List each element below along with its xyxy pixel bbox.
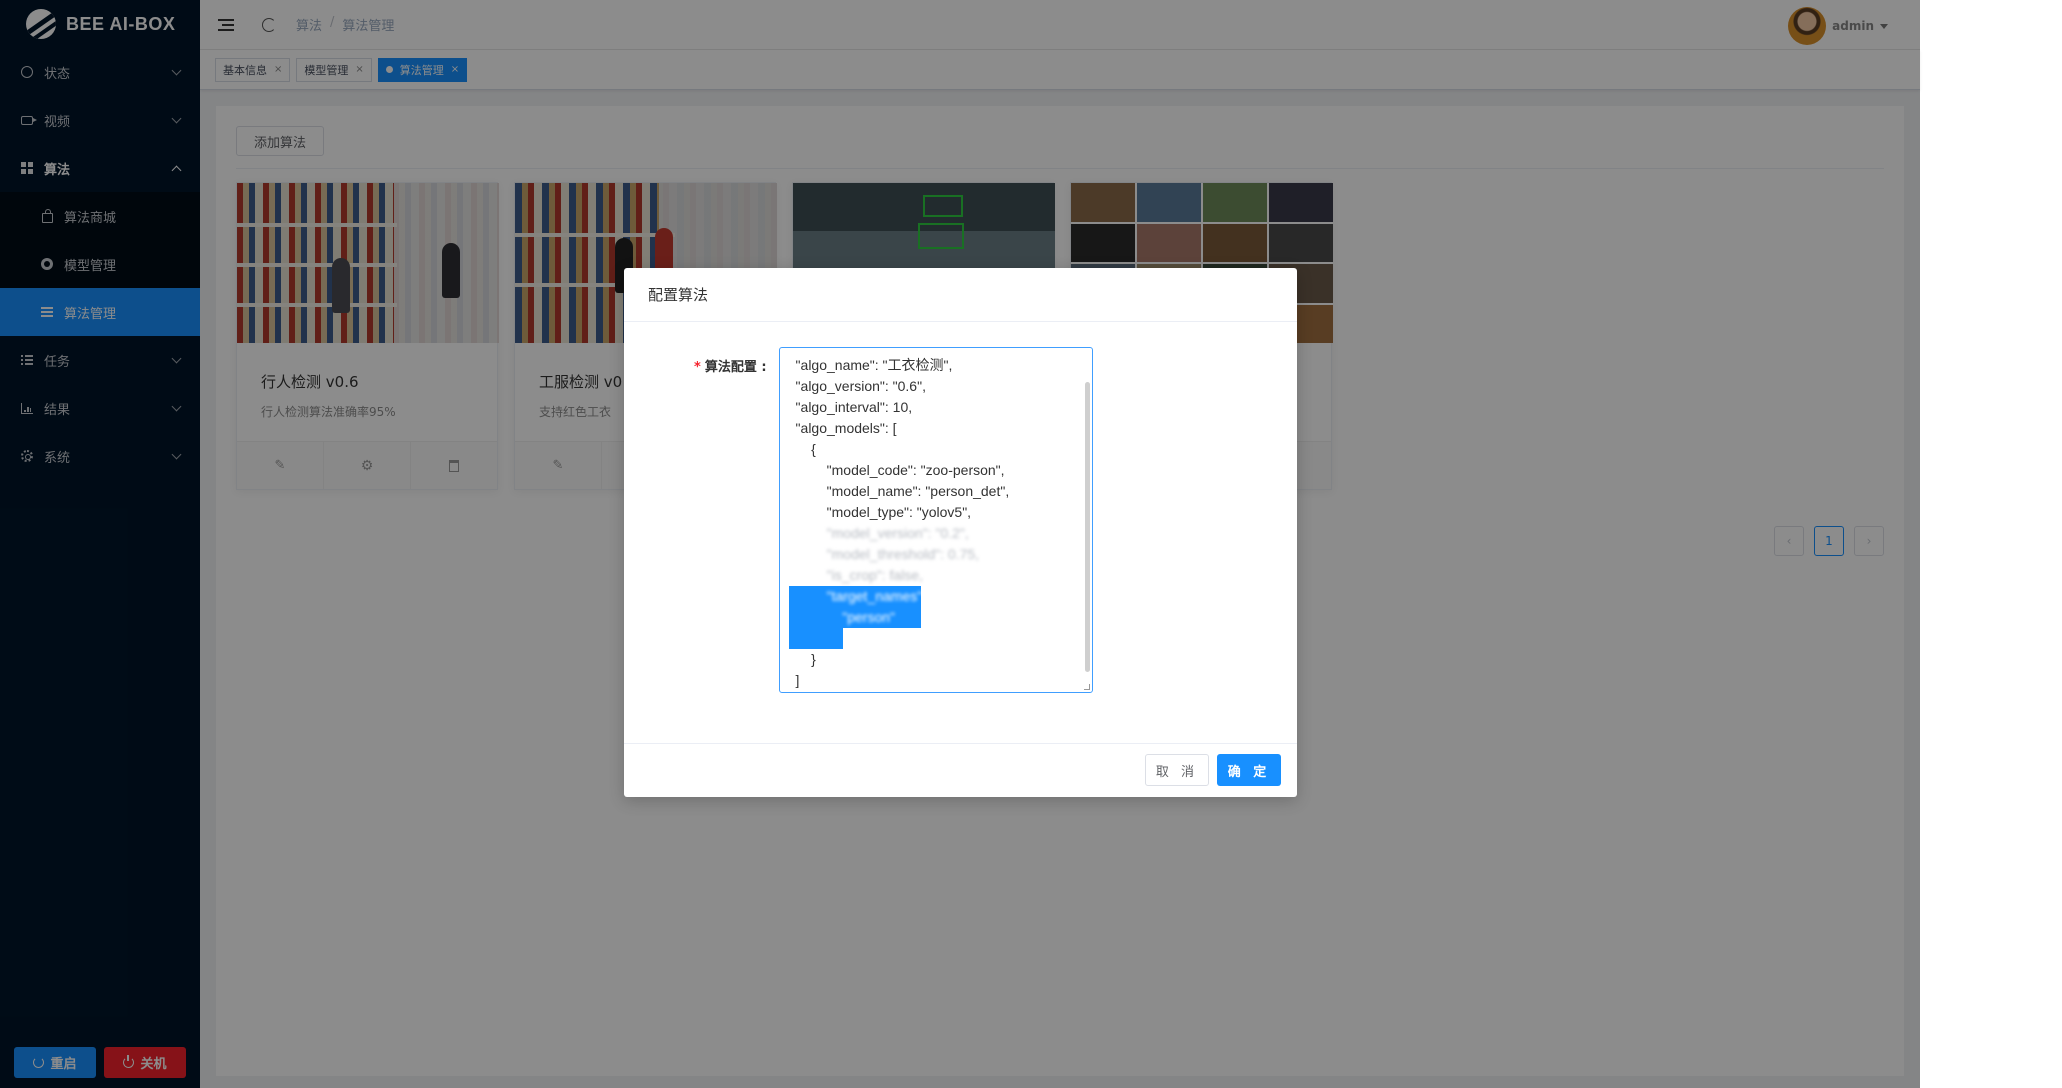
code-line: "algo_models": [ bbox=[780, 420, 897, 436]
code-line: "is_crop": false, bbox=[780, 567, 923, 583]
code-line: "algo_name": "工衣检测", bbox=[780, 357, 953, 373]
code-line: "model_threshold": 0.75, bbox=[780, 546, 980, 562]
code-line: "model_name": "person_det", bbox=[780, 483, 1010, 499]
dialog-title: 配置算法 bbox=[624, 268, 1297, 322]
code-line: "algo_interval": 10, bbox=[780, 399, 913, 415]
configure-algorithm-dialog: 配置算法 *算法配置 : x "algo_name": "工衣检测", "alg… bbox=[624, 268, 1297, 797]
cancel-button[interactable]: 取 消 bbox=[1145, 754, 1209, 786]
code-line: ] bbox=[780, 672, 800, 688]
form-label: * 算法配置 : bbox=[694, 360, 767, 375]
resize-handle[interactable] bbox=[1084, 684, 1090, 690]
code-line-selected: ] bbox=[780, 630, 831, 646]
form-label-text: 算法配置 bbox=[704, 360, 757, 375]
required-mark: * bbox=[694, 360, 701, 375]
confirm-button[interactable]: 确 定 bbox=[1217, 754, 1281, 786]
code-line: x bbox=[780, 348, 1092, 355]
code-line-selected: "person" bbox=[780, 609, 895, 625]
algorithm-config-textarea[interactable]: x "algo_name": "工衣检测", "algo_version": "… bbox=[779, 347, 1093, 693]
config-code: x "algo_name": "工衣检测", "algo_version": "… bbox=[780, 348, 1092, 691]
code-line-selected: "target_names": [ bbox=[780, 588, 934, 604]
app-root: BEE AI-BOX 状态 视频 算法 算法商城 模型管理 算法管理 任务 结果… bbox=[0, 0, 1920, 1088]
code-line: "model_code": "zoo-person", bbox=[780, 462, 1005, 478]
dialog-footer: 取 消 确 定 bbox=[624, 743, 1297, 797]
code-line: } bbox=[780, 651, 816, 667]
code-line: "algo_version": "0.6", bbox=[780, 378, 926, 394]
code-line: { bbox=[780, 441, 816, 457]
code-line: "model_type": "yolov5", bbox=[780, 504, 972, 520]
code-line: "model_version": "0.2", bbox=[780, 525, 969, 541]
